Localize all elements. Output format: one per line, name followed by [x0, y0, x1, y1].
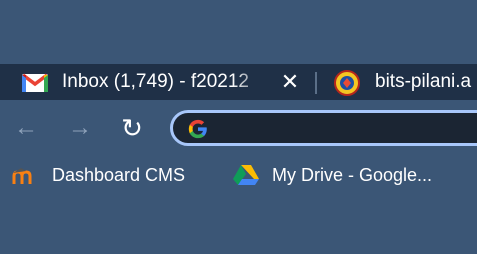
- forward-button[interactable]: →: [66, 114, 94, 142]
- google-icon: [188, 119, 207, 139]
- tab-strip: Inbox (1,749) - f20212 ✕ bits-pilani.a: [0, 64, 477, 100]
- back-button[interactable]: ←: [12, 114, 40, 142]
- tab-title: bits-pilani.a: [375, 71, 472, 92]
- close-icon[interactable]: ✕: [279, 71, 301, 93]
- address-bar[interactable]: [170, 110, 477, 146]
- bookmark-my-drive[interactable]: My Drive - Google...: [232, 162, 432, 188]
- bits-pilani-logo-icon: [334, 70, 360, 96]
- toolbar: ← → ↻: [0, 100, 477, 156]
- bookmark-dashboard-cms[interactable]: Dashboard CMS: [12, 162, 185, 188]
- gmail-icon: [22, 73, 48, 92]
- tab-bits-pilani[interactable]: bits-pilani.a: [318, 64, 477, 100]
- bookmark-label: My Drive - Google...: [272, 164, 433, 185]
- tab-title: Inbox (1,749) - f20212: [62, 71, 272, 93]
- bookmark-label: Dashboard CMS: [52, 164, 186, 185]
- bookmarks-bar: Dashboard CMS My Drive - Google...: [0, 156, 477, 194]
- reload-button[interactable]: ↻: [118, 114, 146, 142]
- moodle-icon: [12, 168, 32, 184]
- tab-separator: [315, 72, 317, 94]
- google-drive-icon: [233, 165, 259, 185]
- tab-gmail-inbox[interactable]: Inbox (1,749) - f20212 ✕: [0, 64, 312, 100]
